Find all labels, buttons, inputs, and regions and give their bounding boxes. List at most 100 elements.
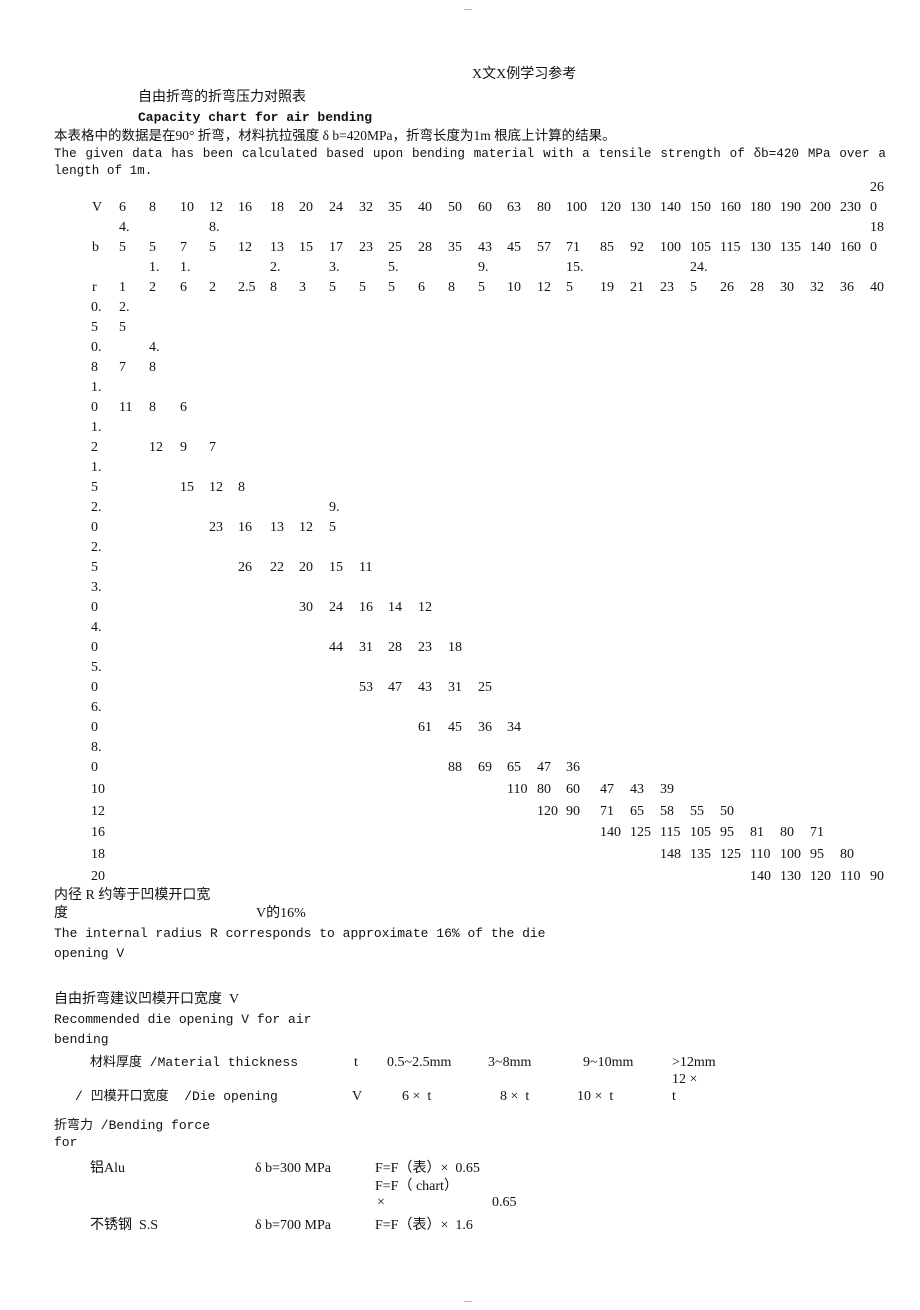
table-cell: 47 — [537, 760, 551, 775]
thickness-label: 12 — [91, 804, 105, 819]
table-cell: 90 — [566, 804, 580, 819]
table-cell: 12 — [418, 600, 432, 615]
table-cell: 18 — [448, 640, 462, 655]
force-title-1: 折弯力 /Bending force — [54, 1118, 211, 1133]
table-cell: 7 — [119, 360, 126, 375]
table-cell: 60 — [478, 200, 492, 215]
table-cell: 1. 6 — [180, 260, 191, 295]
table-cell: 19 — [600, 280, 614, 295]
table-cell: 60 — [566, 782, 580, 797]
table-cell: 3 — [299, 280, 306, 295]
table-cell: 50 — [720, 804, 734, 819]
table-cell: 36 — [566, 760, 580, 775]
die-value: 10 × t — [577, 1089, 614, 1104]
table-cell: 43 — [630, 782, 644, 797]
table-cell: 135 — [690, 847, 711, 862]
table-row-label: V — [92, 200, 103, 215]
table-cell: 115 — [720, 240, 741, 255]
table-cell: 230 — [840, 200, 861, 215]
die-label: / 凹模开口宽度 /Die opening — [75, 1089, 278, 1104]
table-cell: 95 — [720, 825, 734, 840]
table-cell: 7 — [180, 240, 187, 255]
die-value: 12 × — [672, 1072, 698, 1087]
table-cell: 40 — [870, 280, 884, 295]
table-cell: 24 — [329, 200, 343, 215]
material-formula-en: F=F（ chart） — [375, 1179, 458, 1194]
thickness-label: 2. 5 — [91, 540, 102, 575]
table-cell: 2. 5 — [119, 300, 130, 335]
table-cell: 6 — [418, 280, 425, 295]
table-cell: 55 — [690, 804, 704, 819]
table-cell: 65 — [507, 760, 521, 775]
radius-note-cn-2: 度 — [54, 906, 68, 921]
table-cell: 100 — [660, 240, 681, 255]
table-cell: 11 — [359, 560, 373, 575]
table-cell: 8. 5 — [209, 220, 220, 255]
material-formula-en: 0.65 — [492, 1195, 517, 1210]
table-cell: 7 — [209, 440, 216, 455]
table-cell: 63 — [507, 200, 521, 215]
table-cell: 35 — [448, 240, 462, 255]
table-cell: 6 — [119, 200, 126, 215]
force-title-2: for — [54, 1135, 78, 1150]
table-cell: 47 — [388, 680, 402, 695]
table-cell: 58 — [660, 804, 674, 819]
page-mark-top: — — [464, 4, 472, 13]
table-cell: 92 — [630, 240, 644, 255]
table-cell: 22 — [270, 560, 284, 575]
table-cell: 80 — [840, 847, 854, 862]
table-cell: 12 — [209, 480, 223, 495]
die-value: 8 × t — [500, 1089, 530, 1104]
table-cell: 12 — [149, 440, 163, 455]
table-cell: 2. 8 — [270, 260, 281, 295]
table-cell: 44 — [329, 640, 343, 655]
table-cell: 30 — [780, 280, 794, 295]
thickness-label: 8. 0 — [91, 740, 102, 775]
table-cell: 45 — [507, 240, 521, 255]
thickness-label: 3. 0 — [91, 580, 102, 615]
table-cell: 15. 5 — [566, 260, 584, 295]
table-cell: 53 — [359, 680, 373, 695]
table-cell: 3. 5 — [329, 260, 340, 295]
table-cell: 160 — [840, 240, 861, 255]
table-cell: 16 — [359, 600, 373, 615]
table-cell: 14 — [388, 600, 402, 615]
table-cell: 125 — [630, 825, 651, 840]
table-cell: 69 — [478, 760, 492, 775]
table-cell: 80 — [537, 782, 551, 797]
table-cell: 31 — [359, 640, 373, 655]
table-cell: 15 — [180, 480, 194, 495]
table-cell: 5 — [149, 240, 156, 255]
die-symbol: V — [352, 1089, 363, 1104]
thickness-symbol: t — [354, 1055, 358, 1070]
table-cell: 26 0 — [870, 180, 884, 215]
page-mark-bottom: — — [464, 1296, 472, 1305]
table-cell: 120 — [537, 804, 558, 819]
table-cell: 4. 5 — [119, 220, 130, 255]
table-cell: 130 — [750, 240, 771, 255]
table-cell: 200 — [810, 200, 831, 215]
table-cell: 26 — [720, 280, 734, 295]
table-cell: 50 — [448, 200, 462, 215]
header-note: X文X例学习参考 — [472, 67, 577, 82]
table-cell: 28 — [388, 640, 402, 655]
thickness-label: 0. 5 — [91, 300, 102, 335]
table-cell: 110 — [840, 869, 861, 884]
table-cell: 25 — [388, 240, 402, 255]
radius-note-cn-1: 内径 R 约等于凹模开口宽 — [54, 888, 211, 903]
thickness-value: 0.5~2.5mm — [387, 1055, 452, 1070]
table-row-label: r — [92, 280, 97, 295]
table-cell: 120 — [600, 200, 621, 215]
table-cell: 80 — [780, 825, 794, 840]
table-cell: 30 — [299, 600, 313, 615]
table-cell: 32 — [359, 200, 373, 215]
table-cell: 12 — [238, 240, 252, 255]
table-cell: 20 — [299, 200, 313, 215]
table-cell: 18 — [270, 200, 284, 215]
table-cell: 39 — [660, 782, 674, 797]
material-formula: F=F（表）× 0.65 — [375, 1161, 480, 1176]
table-cell: 140 — [750, 869, 771, 884]
table-cell: 23 — [418, 640, 432, 655]
table-cell: 13 — [270, 240, 284, 255]
table-cell: 105 — [690, 240, 711, 255]
